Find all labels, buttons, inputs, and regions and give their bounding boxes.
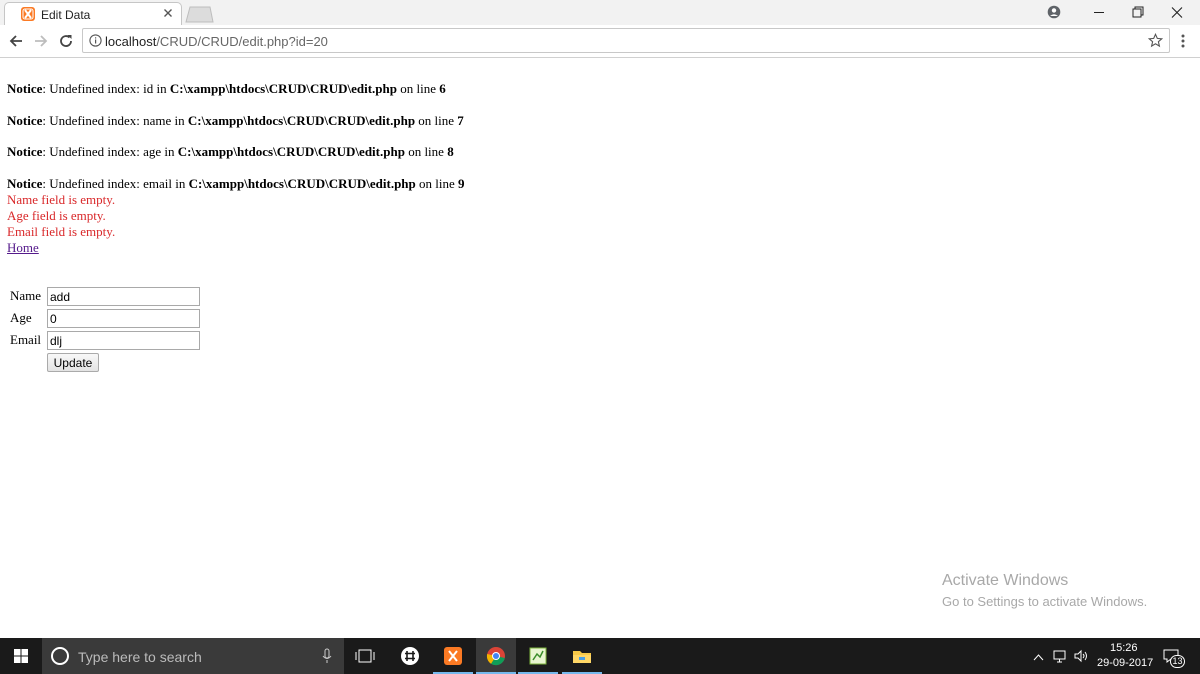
account-icon[interactable] xyxy=(1047,5,1061,19)
volume-icon[interactable] xyxy=(1073,648,1089,664)
php-notice: Notice: Undefined index: name in C:\xamp… xyxy=(7,113,464,128)
task-view-button[interactable] xyxy=(345,638,385,674)
activate-windows-title: Activate Windows xyxy=(942,572,1069,589)
chrome-app-icon[interactable] xyxy=(476,638,516,674)
activate-windows-subtitle: Go to Settings to activate Windows. xyxy=(942,594,1148,609)
php-notice: Notice: Undefined index: id in C:\xampp\… xyxy=(7,81,446,96)
tab-title: Edit Data xyxy=(41,8,91,22)
info-icon[interactable] xyxy=(89,34,102,47)
tab-close-icon[interactable] xyxy=(161,6,175,20)
name-input[interactable] xyxy=(47,287,200,306)
notice-text: : Undefined index: id in xyxy=(42,81,170,96)
microphone-icon[interactable] xyxy=(322,648,332,664)
notice-line: 9 xyxy=(458,176,465,191)
notice-text: on line xyxy=(415,113,458,128)
url-text: localhost/CRUD/CRUD/edit.php?id=20 xyxy=(105,34,328,49)
notice-file: C:\xampp\htdocs\CRUD\CRUD\edit.php xyxy=(177,144,405,159)
notice-text: on line xyxy=(415,176,459,191)
notice-text: : Undefined index: age in xyxy=(42,144,178,159)
age-input[interactable] xyxy=(47,309,200,328)
bookmark-star-icon[interactable] xyxy=(1147,32,1164,48)
home-link[interactable]: Home xyxy=(7,240,39,255)
file-explorer-icon[interactable] xyxy=(562,638,602,674)
notice-label: Notice xyxy=(7,81,43,96)
search-placeholder: Type here to search xyxy=(78,649,202,665)
email-label: Email xyxy=(10,332,42,347)
email-input[interactable] xyxy=(47,331,200,350)
xampp-app-icon[interactable] xyxy=(433,638,473,674)
windows-start-button[interactable] xyxy=(0,638,42,674)
notice-line: 8 xyxy=(447,144,454,159)
taskbar-search-box[interactable]: Type here to search xyxy=(42,638,344,674)
url-host: localhost xyxy=(105,34,157,49)
new-tab-button[interactable] xyxy=(184,6,214,23)
windows-taskbar: Type here to search 15:26 29-09-2017 13 xyxy=(0,638,1200,674)
network-icon[interactable] xyxy=(1053,648,1069,664)
notice-line: 6 xyxy=(439,81,446,96)
minimize-button[interactable] xyxy=(1078,0,1120,25)
url-path: /CRUD/CRUD/edit.php?id=20 xyxy=(156,34,328,49)
notice-label: Notice xyxy=(7,176,43,191)
notice-text: : Undefined index: name in xyxy=(42,113,188,128)
php-notice: Notice: Undefined index: email in C:\xam… xyxy=(7,176,465,191)
php-notice: Notice: Undefined index: age in C:\xampp… xyxy=(7,144,454,159)
error-message-age: Age field is empty. xyxy=(7,208,106,223)
error-message-name: Name field is empty. xyxy=(7,192,116,207)
slack-app-icon[interactable] xyxy=(390,638,430,674)
notice-text: on line xyxy=(397,81,440,96)
name-label: Name xyxy=(10,288,42,303)
notepadpp-app-icon[interactable] xyxy=(518,638,558,674)
notice-text: on line xyxy=(404,144,448,159)
page-content: Notice: Undefined index: id in C:\xampp\… xyxy=(0,59,1200,638)
clock-date[interactable]: 29-09-2017 xyxy=(1097,657,1153,669)
notification-count-badge: 13 xyxy=(1170,655,1185,668)
notice-label: Notice xyxy=(7,144,43,159)
browser-menu-icon[interactable] xyxy=(1180,33,1186,49)
age-label: Age xyxy=(10,310,32,325)
browser-toolbar: localhost/CRUD/CRUD/edit.php?id=20 xyxy=(0,25,1200,58)
back-arrow-icon[interactable] xyxy=(7,32,25,50)
tab-strip: Edit Data xyxy=(0,0,1200,25)
update-button[interactable]: Update xyxy=(47,353,99,372)
reload-icon[interactable] xyxy=(57,32,75,50)
notice-line: 7 xyxy=(457,113,464,128)
clock-time[interactable]: 15:26 xyxy=(1110,642,1138,654)
xampp-favicon-icon xyxy=(21,7,35,21)
restore-button[interactable] xyxy=(1116,0,1158,25)
browser-tab-edit-data[interactable]: Edit Data xyxy=(4,2,182,25)
notice-label: Notice xyxy=(7,113,43,128)
notice-text: : Undefined index: email in xyxy=(42,176,189,191)
notice-file: C:\xampp\htdocs\CRUD\CRUD\edit.php xyxy=(169,81,397,96)
error-message-email: Email field is empty. xyxy=(7,224,116,239)
close-window-button[interactable] xyxy=(1156,0,1198,25)
forward-arrow-icon[interactable] xyxy=(32,32,50,50)
show-hidden-icons-chevron-icon[interactable] xyxy=(1033,650,1044,661)
cortana-circle-icon xyxy=(51,647,69,665)
address-bar[interactable]: localhost/CRUD/CRUD/edit.php?id=20 xyxy=(82,28,1170,53)
notice-file: C:\xampp\htdocs\CRUD\CRUD\edit.php xyxy=(188,176,416,191)
notice-file: C:\xampp\htdocs\CRUD\CRUD\edit.php xyxy=(187,113,416,128)
